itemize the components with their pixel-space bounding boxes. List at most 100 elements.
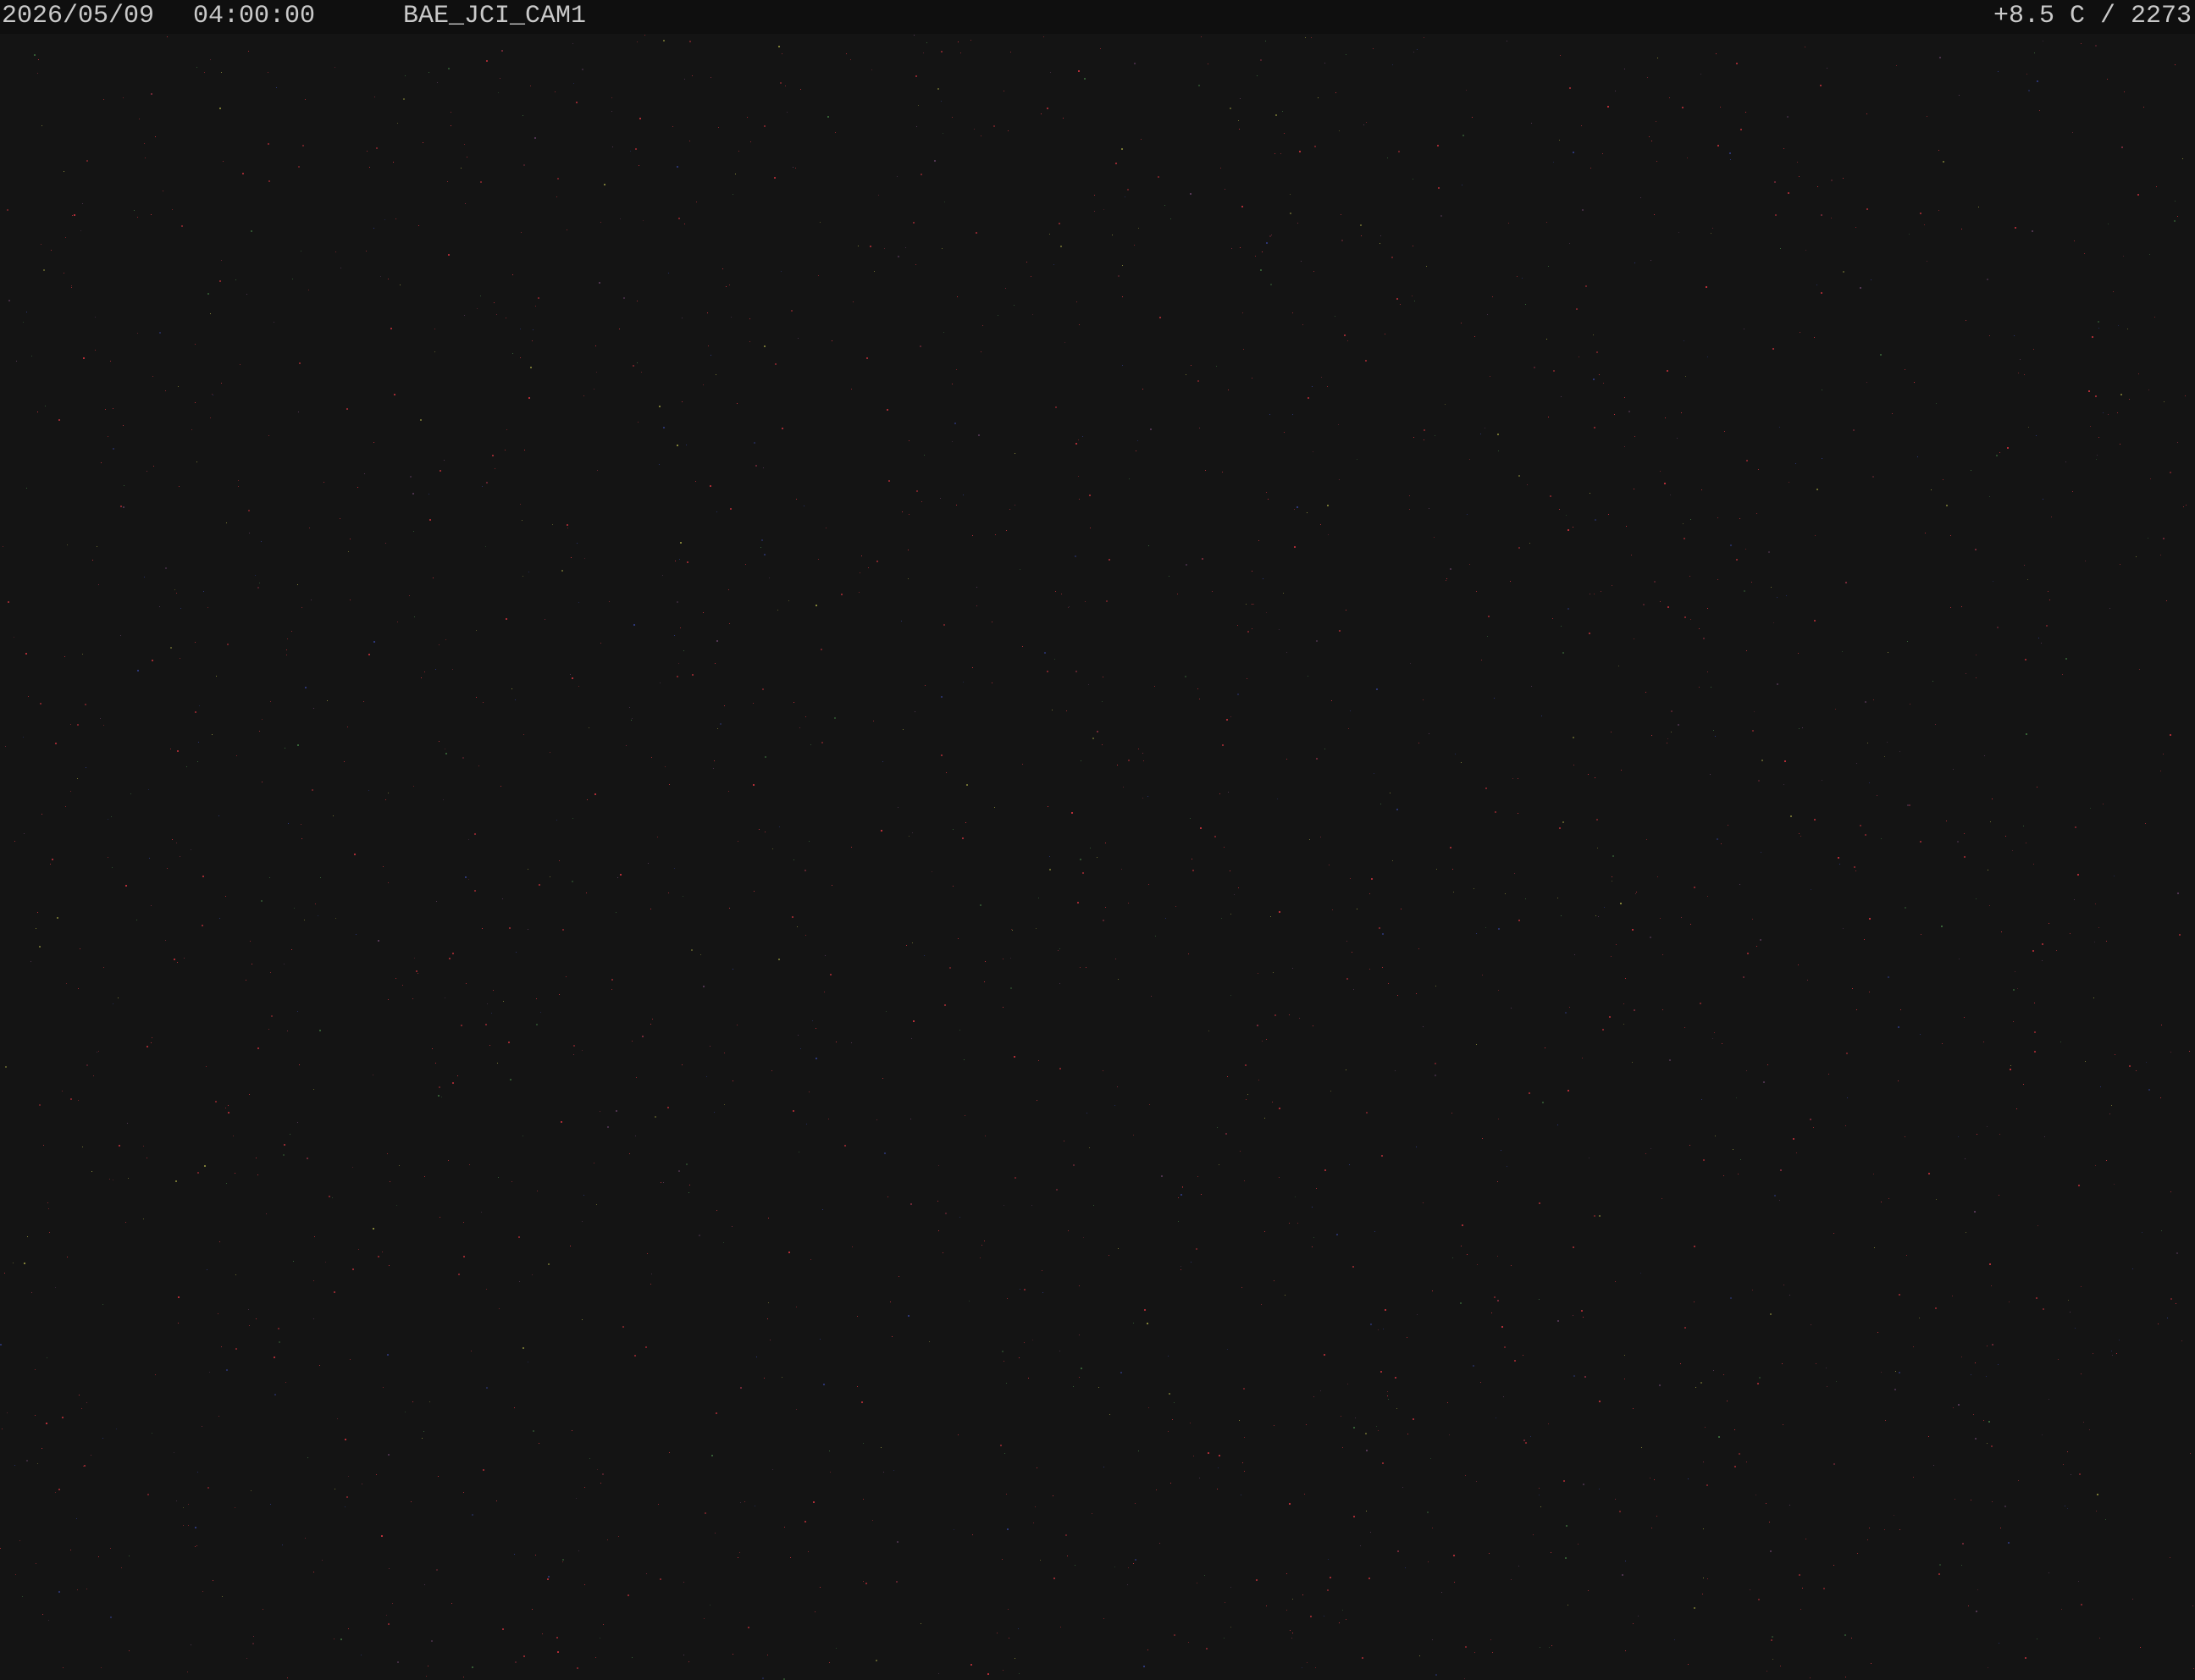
noise-pixel xyxy=(322,1560,323,1561)
noise-pixel xyxy=(1416,993,1417,994)
noise-pixel xyxy=(2097,455,2098,456)
noise-pixel xyxy=(1873,699,1874,700)
noise-pixel xyxy=(1730,1297,1732,1299)
noise-pixel xyxy=(1581,125,1582,126)
noise-pixel xyxy=(1615,1499,1616,1500)
noise-pixel xyxy=(91,1171,92,1172)
noise-pixel xyxy=(2143,107,2144,108)
noise-pixel xyxy=(559,860,560,861)
noise-pixel xyxy=(1346,978,1348,980)
noise-pixel xyxy=(2068,1300,2069,1301)
noise-pixel xyxy=(1877,1332,1878,1333)
noise-pixel xyxy=(380,276,381,277)
noise-pixel xyxy=(2061,1609,2062,1610)
noise-pixel xyxy=(1931,489,1932,490)
noise-pixel xyxy=(1245,1064,1247,1066)
noise-pixel xyxy=(438,1476,439,1477)
noise-pixel xyxy=(1185,676,1186,677)
noise-pixel xyxy=(2008,1542,2010,1544)
noise-pixel xyxy=(65,806,66,807)
noise-pixel xyxy=(1094,211,1095,212)
noise-pixel xyxy=(66,983,67,984)
noise-pixel xyxy=(428,72,429,73)
noise-pixel xyxy=(1488,616,1490,617)
noise-pixel xyxy=(892,1336,893,1337)
noise-pixel xyxy=(1690,519,1691,520)
noise-pixel xyxy=(1710,774,1711,775)
noise-pixel xyxy=(1006,530,1007,531)
noise-pixel xyxy=(887,1196,888,1197)
noise-pixel xyxy=(1761,760,1763,761)
noise-pixel xyxy=(204,72,205,73)
noise-pixel xyxy=(1683,523,1684,524)
noise-pixel xyxy=(1871,1663,1872,1664)
noise-pixel xyxy=(857,1386,858,1387)
noise-pixel xyxy=(2072,491,2073,492)
noise-pixel xyxy=(188,1525,189,1526)
noise-pixel xyxy=(240,364,241,365)
noise-pixel xyxy=(2034,52,2035,53)
noise-pixel xyxy=(589,1458,590,1459)
noise-pixel xyxy=(474,890,476,892)
noise-pixel xyxy=(2032,950,2034,952)
noise-pixel xyxy=(1939,1564,1941,1566)
noise-pixel xyxy=(528,397,530,399)
noise-pixel xyxy=(876,1660,877,1661)
noise-pixel xyxy=(620,874,622,876)
noise-pixel xyxy=(722,268,723,269)
noise-pixel xyxy=(125,1222,126,1223)
noise-pixel xyxy=(514,1407,515,1408)
noise-pixel xyxy=(566,976,567,977)
noise-pixel xyxy=(1757,1383,1759,1384)
noise-pixel xyxy=(1756,946,1757,947)
noise-pixel xyxy=(637,41,638,42)
noise-pixel xyxy=(863,1581,864,1582)
noise-pixel xyxy=(850,59,851,60)
noise-pixel xyxy=(1989,496,1990,497)
noise-pixel xyxy=(1060,1627,1061,1628)
noise-pixel xyxy=(1518,547,1520,549)
noise-pixel xyxy=(1395,1070,1396,1071)
noise-pixel xyxy=(1589,633,1590,634)
noise-pixel xyxy=(1451,1113,1452,1114)
noise-pixel xyxy=(388,1454,390,1456)
noise-pixel xyxy=(481,1212,482,1213)
noise-pixel xyxy=(1677,438,1678,439)
noise-pixel xyxy=(1909,804,1910,806)
noise-pixel xyxy=(1040,1560,1041,1561)
noise-pixel xyxy=(2062,674,2063,675)
noise-pixel xyxy=(1154,686,1155,687)
noise-pixel xyxy=(512,353,513,354)
noise-pixel xyxy=(691,949,693,951)
noise-pixel xyxy=(28,696,29,697)
noise-pixel xyxy=(1754,711,1755,712)
noise-pixel xyxy=(52,859,53,860)
noise-pixel xyxy=(1313,1237,1314,1238)
noise-pixel xyxy=(798,1035,799,1036)
noise-pixel xyxy=(2140,1647,2141,1648)
noise-pixel xyxy=(1003,1007,1004,1008)
noise-pixel xyxy=(2145,823,2146,824)
noise-pixel xyxy=(1643,604,1645,605)
noise-pixel xyxy=(386,1615,387,1616)
noise-pixel xyxy=(1005,288,1006,289)
noise-pixel xyxy=(637,362,638,363)
noise-pixel xyxy=(962,837,964,839)
noise-pixel xyxy=(2070,933,2071,934)
noise-pixel xyxy=(1064,342,1065,343)
noise-pixel xyxy=(151,1042,152,1043)
noise-pixel xyxy=(207,1487,209,1489)
noise-pixel xyxy=(1102,701,1103,702)
noise-pixel xyxy=(1197,1176,1198,1177)
noise-pixel xyxy=(48,1208,49,1209)
noise-pixel xyxy=(1596,351,1598,353)
noise-pixel xyxy=(1388,983,1389,984)
noise-pixel xyxy=(1197,380,1199,382)
noise-pixel xyxy=(1799,833,1800,834)
noise-pixel xyxy=(1192,870,1194,871)
noise-pixel xyxy=(800,1048,801,1049)
noise-pixel xyxy=(434,351,435,352)
noise-pixel xyxy=(1180,1269,1181,1270)
osd-temperature-readout: +8.5 C / 2273 xyxy=(1993,2,2192,30)
noise-pixel xyxy=(2109,608,2110,609)
